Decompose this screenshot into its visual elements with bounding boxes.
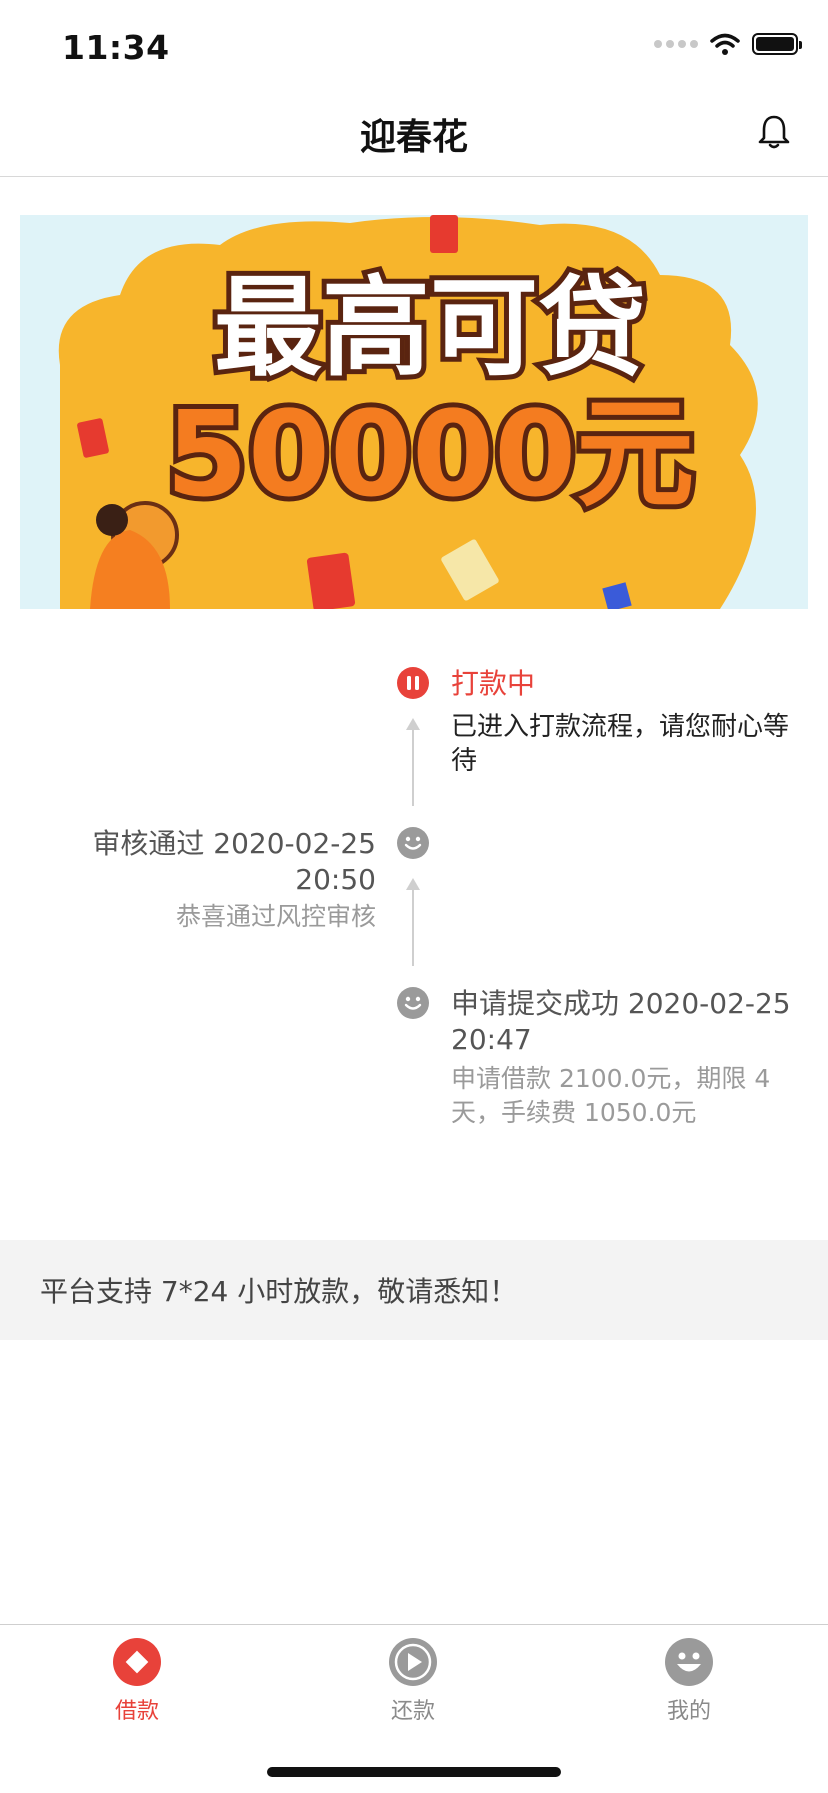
smile-icon — [397, 827, 429, 859]
battery-icon — [752, 33, 802, 55]
step-title: 审核通过 2020-02-25 20:50 — [92, 827, 376, 896]
promo-banner[interactable]: 最高可贷 50000元 — [20, 215, 808, 609]
banner-art: 最高可贷 50000元 — [20, 215, 808, 609]
status-bar: 11:34 — [0, 0, 828, 90]
pause-icon — [397, 667, 429, 699]
timeline-connector — [412, 728, 414, 806]
banner-headline: 最高可贷 — [214, 266, 646, 391]
wifi-icon — [710, 33, 740, 55]
notice-bar: 平台支持 7*24 小时放款，敬请悉知！ — [0, 1240, 828, 1340]
step-desc: 已进入打款流程，请您耐心等待 — [451, 712, 790, 776]
status-time: 11:34 — [62, 28, 170, 67]
page-title: 迎春花 — [359, 117, 468, 158]
tab-repay[interactable]: 还款 — [353, 1637, 473, 1725]
timeline-step-paying: 打款中 已进入打款流程，请您耐心等待 — [451, 666, 796, 778]
tab-label: 还款 — [390, 1699, 435, 1724]
tab-label: 我的 — [666, 1699, 711, 1724]
tab-label: 借款 — [114, 1699, 159, 1724]
timeline-step-approved: 审核通过 2020-02-25 20:50 恭喜通过风控审核 — [46, 826, 376, 934]
signal-icon — [654, 40, 698, 48]
step-title: 申请提交成功 2020-02-25 20:47 — [451, 987, 791, 1056]
banner-amount: 50000元 — [166, 385, 695, 523]
notice-text: 平台支持 7*24 小时放款，敬请悉知！ — [40, 1275, 518, 1308]
bell-icon[interactable] — [754, 112, 794, 152]
step-desc: 申请借款 2100.0元，期限 4 天，手续费 1050.0元 — [451, 1064, 771, 1127]
timeline-step-submitted: 申请提交成功 2020-02-25 20:47 申请借款 2100.0元，期限 … — [451, 986, 796, 1130]
home-indicator[interactable] — [267, 1767, 561, 1777]
tab-borrow[interactable]: 借款 — [77, 1637, 197, 1725]
smile-icon — [665, 1638, 713, 1686]
step-desc: 恭喜通过风控审核 — [175, 902, 376, 931]
tab-mine[interactable]: 我的 — [629, 1637, 749, 1725]
nav-bar: 迎春花 — [0, 90, 828, 177]
step-title: 打款中 — [451, 667, 536, 700]
play-icon — [389, 1638, 437, 1686]
status-icons — [654, 32, 802, 56]
loan-status-timeline: 打款中 已进入打款流程，请您耐心等待 审核通过 2020-02-25 20:50… — [0, 640, 828, 1160]
timeline-connector — [412, 888, 414, 966]
smile-icon — [397, 987, 429, 1019]
diamond-icon — [113, 1638, 161, 1686]
